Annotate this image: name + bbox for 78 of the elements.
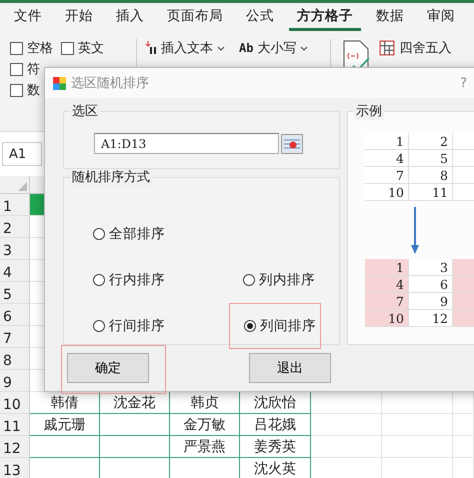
table-cell: 戚元珊 xyxy=(30,414,100,436)
table-cell: 7 xyxy=(365,293,409,310)
table-cell: 10 xyxy=(365,310,409,327)
sheet-cell xyxy=(453,414,474,436)
table-cell: 11 xyxy=(409,184,453,201)
row-header[interactable]: 5 xyxy=(0,282,30,304)
radio-button[interactable]: 行间排序 xyxy=(93,317,165,335)
table-cell: 5 xyxy=(409,150,453,167)
table-cell: 8 xyxy=(409,167,453,184)
ribbon-tab[interactable]: 数据 xyxy=(368,3,412,31)
ribbon-tab[interactable]: 公式 xyxy=(238,3,282,31)
app-icon xyxy=(53,76,66,90)
row-header[interactable]: 7 xyxy=(0,326,30,348)
table-cell: 7 xyxy=(365,167,409,184)
table-cell: 12 xyxy=(409,310,453,327)
row-header[interactable]: 6 xyxy=(0,304,30,326)
group-label: 选区 xyxy=(70,104,100,120)
row-header[interactable]: 2 xyxy=(0,216,30,238)
name-box[interactable]: A1 xyxy=(2,142,42,166)
row-header[interactable]: 1 xyxy=(0,194,30,216)
ribbon-tab[interactable]: 页面布局 xyxy=(159,3,231,31)
sheet-cell xyxy=(100,436,170,458)
table-cell: 2 xyxy=(409,133,453,150)
range-picker-icon[interactable] xyxy=(281,134,303,154)
table-cell: 沈火英 xyxy=(240,458,311,478)
checkbox[interactable]: 英文 xyxy=(61,39,104,57)
chevron-down-icon[interactable] xyxy=(300,46,308,50)
ribbon-button[interactable]: 四舍五入 xyxy=(379,39,452,57)
radio-button[interactable]: 列间排序 xyxy=(244,317,316,335)
checkbox[interactable]: 符 xyxy=(10,60,40,78)
range-field[interactable]: A1:D13 xyxy=(94,133,279,154)
row-header[interactable]: 9 xyxy=(0,370,30,392)
dialog-button[interactable]: 确定 xyxy=(67,353,149,383)
row-header[interactable]: 8 xyxy=(0,348,30,370)
ribbon-tab[interactable]: 插入 xyxy=(108,3,152,31)
down-arrow-icon xyxy=(410,207,420,255)
table-cell: 姜秀英 xyxy=(240,436,311,458)
checkbox[interactable]: 数 xyxy=(10,81,40,99)
row-header[interactable]: 4 xyxy=(0,260,30,282)
table-cell: 9 xyxy=(409,293,453,310)
table-cell: 吕花娥 xyxy=(240,414,311,436)
table-cell: 金万敏 xyxy=(170,414,240,436)
table-cell: 4 xyxy=(365,276,409,293)
table-cell: 严景燕 xyxy=(170,436,240,458)
table-cell: 1 xyxy=(365,259,409,276)
insert-text-icon xyxy=(145,41,157,55)
sheet-cell xyxy=(382,436,453,458)
sheet-cell xyxy=(100,414,170,436)
ribbon-tab[interactable]: 审阅 xyxy=(419,3,463,31)
table-cell: 10 xyxy=(365,184,409,201)
row-header[interactable]: 11 xyxy=(0,414,30,436)
group-label: 随机排序方式 xyxy=(70,170,152,186)
row-header[interactable]: 3 xyxy=(0,238,30,260)
table-cell: 1 xyxy=(365,133,409,150)
group-label: 示例 xyxy=(354,104,384,120)
ribbon-dropdown[interactable]: Ab 大小写 xyxy=(239,39,308,57)
dialog-title: 选区随机排序 xyxy=(71,75,149,92)
dialog-button[interactable]: 退出 xyxy=(249,353,331,383)
radio-button[interactable]: 全部排序 xyxy=(93,225,165,243)
chevron-down-icon[interactable] xyxy=(217,46,225,50)
sheet-cell xyxy=(453,436,474,458)
row-header[interactable]: 13 xyxy=(0,458,30,478)
radio-button[interactable]: 列内排序 xyxy=(243,271,315,289)
table-cell: 3 xyxy=(409,259,453,276)
sheet-cell xyxy=(382,414,453,436)
ribbon-tab[interactable]: 文件 xyxy=(6,3,50,31)
checkbox[interactable]: 空格 xyxy=(10,39,53,57)
ribbon-dropdown[interactable]: 插入文本 xyxy=(145,39,225,57)
table-cell: 6 xyxy=(409,276,453,293)
table-cell: 4 xyxy=(365,150,409,167)
ribbon-tab[interactable]: 开始 xyxy=(57,3,101,31)
row-header[interactable]: 10 xyxy=(0,392,30,414)
ribbon-tab[interactable]: 方方格子 xyxy=(289,3,361,31)
grid-icon xyxy=(379,40,396,56)
radio-button[interactable]: 行内排序 xyxy=(93,271,165,289)
sheet-cell xyxy=(311,436,382,458)
sheet-cell xyxy=(311,414,382,436)
row-header[interactable]: 12 xyxy=(0,436,30,458)
